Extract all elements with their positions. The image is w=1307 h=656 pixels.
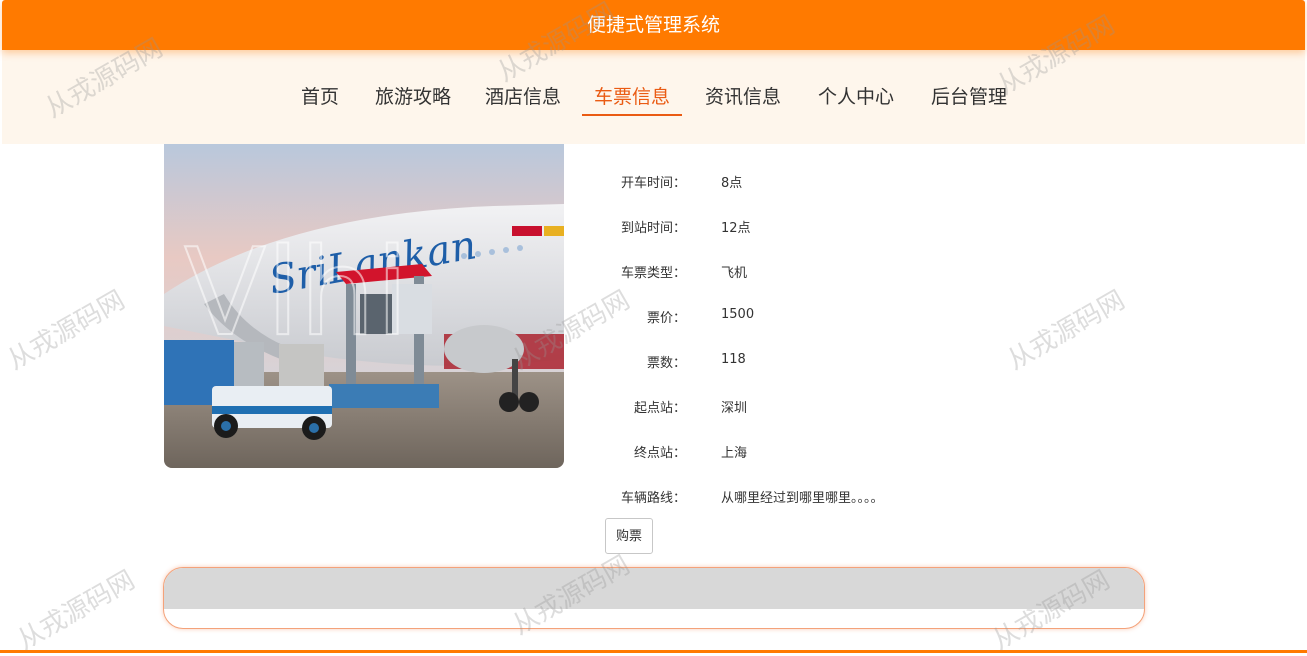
field-value: 12点 (721, 221, 751, 236)
ticket-field-type: 车票类型： 飞机 (564, 262, 1064, 282)
field-value: 深圳 (721, 401, 748, 416)
airplane-cargo-photo-icon: SriLankan Vlhi (164, 144, 564, 468)
ticket-field-destination: 终点站： 上海 (564, 442, 1064, 462)
field-label: 票数： (646, 356, 686, 371)
nav-item-home[interactable]: 首页 (298, 80, 342, 114)
app-header: 便捷式管理系统 (2, 0, 1305, 50)
ticket-field-arrive-time: 到站时间： 12点 (564, 217, 1064, 237)
field-label: 开车时间： (620, 176, 686, 191)
buy-ticket-button[interactable]: 购票 (605, 518, 653, 554)
nav-item-news-info[interactable]: 资讯信息 (701, 80, 785, 114)
nav-item-admin[interactable]: 后台管理 (927, 80, 1011, 114)
nav-item-hotel-info[interactable]: 酒店信息 (481, 80, 565, 114)
image-overlay-text: Vlhi (184, 224, 409, 363)
page: 便捷式管理系统 首页 旅游攻略 酒店信息 车票信息 资讯信息 个人中心 后台管理 (0, 0, 1307, 656)
field-value: 8点 (721, 176, 743, 191)
ticket-field-count: 票数： 118 (564, 352, 1064, 372)
ticket-detail: SriLankan Vlhi 开车时间： 8点 到站时间： 12点 车票类型： … (0, 144, 1307, 656)
comment-panel-header (164, 568, 1144, 609)
nav-list: 首页 旅游攻略 酒店信息 车票信息 资讯信息 个人中心 后台管理 (2, 80, 1305, 116)
nav-item-travel-guide[interactable]: 旅游攻略 (371, 80, 455, 114)
ticket-field-origin: 起点站： 深圳 (564, 397, 1064, 417)
field-label: 车辆路线： (620, 491, 686, 506)
ticket-field-route: 车辆路线： 从哪里经过到哪里哪里。。。。 (564, 487, 1064, 507)
ticket-image: SriLankan Vlhi (164, 144, 564, 468)
field-value: 从哪里经过到哪里哪里。。。。 (721, 491, 884, 506)
footer-divider (0, 650, 1307, 653)
ticket-field-price: 票价： 1500 (564, 307, 1064, 327)
field-value: 118 (721, 352, 746, 367)
field-value: 上海 (721, 446, 748, 461)
field-label: 到站时间： (620, 221, 686, 236)
ticket-field-depart-time: 开车时间： 8点 (564, 172, 1064, 192)
field-value: 1500 (721, 307, 755, 322)
field-label: 票价： (646, 311, 686, 326)
field-label: 终点站： (633, 446, 686, 461)
field-label: 车票类型： (620, 266, 686, 281)
nav-item-ticket-info[interactable]: 车票信息 (582, 80, 682, 116)
app-title: 便捷式管理系统 (586, 14, 720, 36)
field-label: 起点站： (633, 401, 686, 416)
nav-bar: 首页 旅游攻略 酒店信息 车票信息 资讯信息 个人中心 后台管理 (2, 50, 1305, 144)
comment-panel (163, 567, 1145, 629)
nav-item-personal-center[interactable]: 个人中心 (814, 80, 898, 114)
field-value: 飞机 (721, 266, 748, 281)
